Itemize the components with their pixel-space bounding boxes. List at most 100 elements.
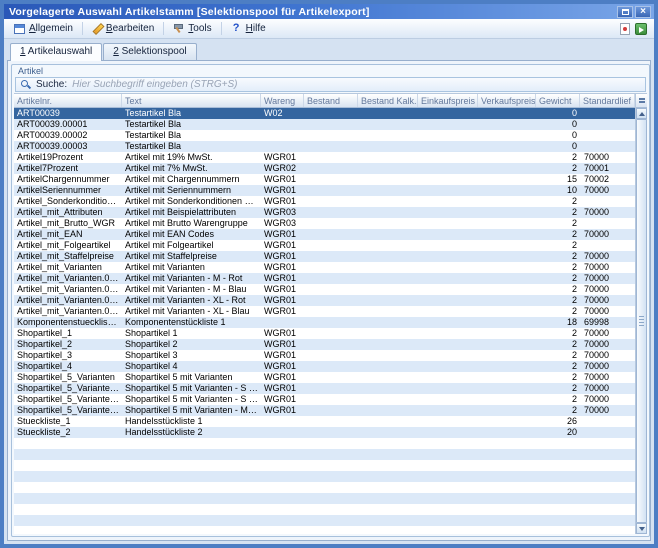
empty-row[interactable] — [14, 438, 635, 449]
column-header-einkaufspreis[interactable]: Einkaufspreis — [418, 94, 478, 107]
cell-standardlieferant: 70000 — [580, 229, 635, 240]
scrollbar-track[interactable] — [636, 119, 647, 523]
empty-row[interactable] — [14, 449, 635, 460]
table-row[interactable]: Artikel_mit_Varianten Artikel mit Varian… — [14, 262, 635, 273]
empty-row[interactable] — [14, 493, 635, 504]
cell-text: Handelsstückliste 2 — [122, 427, 261, 438]
cell-text: Artikel mit Seriennummern — [122, 185, 261, 196]
table-row[interactable]: Komponentenstueckliste_1 Komponentenstüc… — [14, 317, 635, 328]
cell-artikelnr: Artikel_mit_Brutto_WGR — [14, 218, 122, 229]
cell-einkaufspreis — [418, 394, 478, 405]
column-header-standardlieferant[interactable]: Standardlief — [580, 94, 635, 107]
table-row[interactable]: Artikel_mit_Attributen Artikel mit Beisp… — [14, 207, 635, 218]
table-row[interactable]: Stueckliste_1 Handelsstückliste 1 26 — [14, 416, 635, 427]
cell-bestand-kalk — [358, 471, 418, 482]
cell-bestand-kalk — [358, 196, 418, 207]
menu-tools[interactable]: Tools — [167, 21, 217, 36]
cell-verkaufspreis — [478, 207, 536, 218]
cell-bestand-kalk — [358, 218, 418, 229]
cell-einkaufspreis — [418, 284, 478, 295]
column-header-artikelnr[interactable]: Artikelnr. — [14, 94, 122, 107]
cell-einkaufspreis — [418, 196, 478, 207]
titlebar[interactable]: Vorgelagerte Auswahl Artikelstamm [Selek… — [4, 4, 654, 19]
cell-text: Shopartikel 5 mit Varianten - M - Rot — [122, 405, 261, 416]
table-row[interactable]: Artikel_mit_Varianten.003 Artikel mit Va… — [14, 273, 635, 284]
table-row[interactable]: Shopartikel_4 Shopartikel 4 WGR01 2 7000… — [14, 361, 635, 372]
column-header-bestand[interactable]: Bestand — [304, 94, 358, 107]
cell-standardlieferant: 70000 — [580, 361, 635, 372]
cell-text: Shopartikel 5 mit Varianten — [122, 372, 261, 383]
exit-icon[interactable] — [635, 23, 647, 35]
cell-standardlieferant — [580, 141, 635, 152]
table-row[interactable]: Shopartikel_2 Shopartikel 2 WGR01 2 7000… — [14, 339, 635, 350]
table-row[interactable]: Shopartikel_5_Varianten.3 Shopartikel 5 … — [14, 405, 635, 416]
table-row[interactable]: ART00039 Testartikel Bla W02 0 — [14, 108, 635, 119]
column-header-gewicht[interactable]: Gewicht — [536, 94, 580, 107]
table-row[interactable]: Stueckliste_2 Handelsstückliste 2 20 — [14, 427, 635, 438]
groupbox-label: Artikel — [18, 66, 43, 76]
column-header-bestand-kalk[interactable]: Bestand Kalk. — [358, 94, 418, 107]
cell-gewicht: 2 — [536, 229, 580, 240]
maximize-button[interactable] — [617, 6, 633, 18]
table-row[interactable]: Artikel_mit_Folgeartikel Artikel mit Fol… — [14, 240, 635, 251]
cell-warengruppe: WGR01 — [261, 240, 304, 251]
search-input[interactable] — [72, 78, 640, 91]
menu-bearbeiten[interactable]: Bearbeiten — [86, 21, 160, 36]
table-row[interactable]: Artikel_Sonderkonditionen Artikel mit So… — [14, 196, 635, 207]
empty-row[interactable] — [14, 460, 635, 471]
table-row[interactable]: Artikel_mit_Varianten.005 Artikel mit Va… — [14, 295, 635, 306]
table-row[interactable]: ART00039.00001 Testartikel Bla 0 — [14, 119, 635, 130]
menu-allgemein[interactable]: Allgemein — [8, 21, 79, 36]
table-row[interactable]: ART00039.00002 Testartikel Bla 0 — [14, 130, 635, 141]
column-header-warengruppe[interactable]: Wareng — [261, 94, 304, 107]
table-row[interactable]: Artikel_mit_Staffelpreise Artikel mit St… — [14, 251, 635, 262]
empty-row[interactable] — [14, 482, 635, 493]
table-row[interactable]: ArtikelSeriennummer Artikel mit Seriennu… — [14, 185, 635, 196]
cell-einkaufspreis — [418, 119, 478, 130]
table-row[interactable]: ArtikelChargennummer Artikel mit Chargen… — [14, 174, 635, 185]
cell-warengruppe — [261, 449, 304, 460]
tab-selektionspool[interactable]: 2 Selektionspool — [103, 43, 196, 60]
cell-einkaufspreis — [418, 339, 478, 350]
arrow-up-icon — [639, 112, 645, 116]
cell-standardlieferant: 70000 — [580, 185, 635, 196]
table-row[interactable]: Artikel7Prozent Artikel mit 7% MwSt. WGR… — [14, 163, 635, 174]
close-button[interactable]: × — [635, 6, 651, 18]
empty-row[interactable] — [14, 504, 635, 515]
cell-standardlieferant: 70000 — [580, 383, 635, 394]
empty-row[interactable] — [14, 471, 635, 482]
cell-bestand-kalk — [358, 119, 418, 130]
table-row[interactable]: Artikel_mit_Brutto_WGR Artikel mit Brutt… — [14, 218, 635, 229]
scrollbar-thumb[interactable] — [636, 119, 647, 523]
grid-header: Artikelnr. Text Wareng Bestand Bestand K… — [14, 94, 635, 108]
cell-einkaufspreis — [418, 493, 478, 504]
table-row[interactable]: Shopartikel_1 Shopartikel 1 WGR01 2 7000… — [14, 328, 635, 339]
table-row[interactable]: Shopartikel_5_Varianten.1 Shopartikel 5 … — [14, 383, 635, 394]
tab-artikelauswahl[interactable]: 1 Artikelauswahl — [10, 43, 102, 61]
cell-artikelnr: Artikel_mit_Varianten — [14, 262, 122, 273]
cell-gewicht: 2 — [536, 405, 580, 416]
table-row[interactable]: Artikel19Prozent Artikel mit 19% MwSt. W… — [14, 152, 635, 163]
table-row[interactable]: Artikel_mit_Varianten.004 Artikel mit Va… — [14, 284, 635, 295]
table-row[interactable]: Shopartikel_5_Varianten Shopartikel 5 mi… — [14, 372, 635, 383]
cell-gewicht: 2 — [536, 163, 580, 174]
scroll-up-button[interactable] — [636, 108, 647, 119]
menu-hilfe[interactable]: ? Hilfe — [225, 21, 272, 36]
column-header-text[interactable]: Text — [122, 94, 261, 107]
cell-standardlieferant — [580, 416, 635, 427]
cell-warengruppe — [261, 130, 304, 141]
table-row[interactable]: Shopartikel_5_Varianten.2 Shopartikel 5 … — [14, 394, 635, 405]
table-row[interactable]: Artikel_mit_EAN Artikel mit EAN Codes WG… — [14, 229, 635, 240]
empty-row[interactable] — [14, 515, 635, 526]
report-icon[interactable] — [620, 23, 630, 35]
menu-tools-label: Tools — [188, 23, 211, 34]
empty-row[interactable] — [14, 526, 635, 534]
column-header-verkaufspreis[interactable]: Verkaufspreis — [478, 94, 536, 107]
table-row[interactable]: Artikel_mit_Varianten.006 Artikel mit Va… — [14, 306, 635, 317]
table-row[interactable]: Shopartikel_3 Shopartikel 3 WGR01 2 7000… — [14, 350, 635, 361]
cell-bestand-kalk — [358, 328, 418, 339]
column-chooser-button[interactable] — [636, 94, 647, 108]
table-row[interactable]: ART00039.00003 Testartikel Bla 0 — [14, 141, 635, 152]
scroll-down-button[interactable] — [636, 523, 647, 534]
cell-gewicht: 2 — [536, 251, 580, 262]
